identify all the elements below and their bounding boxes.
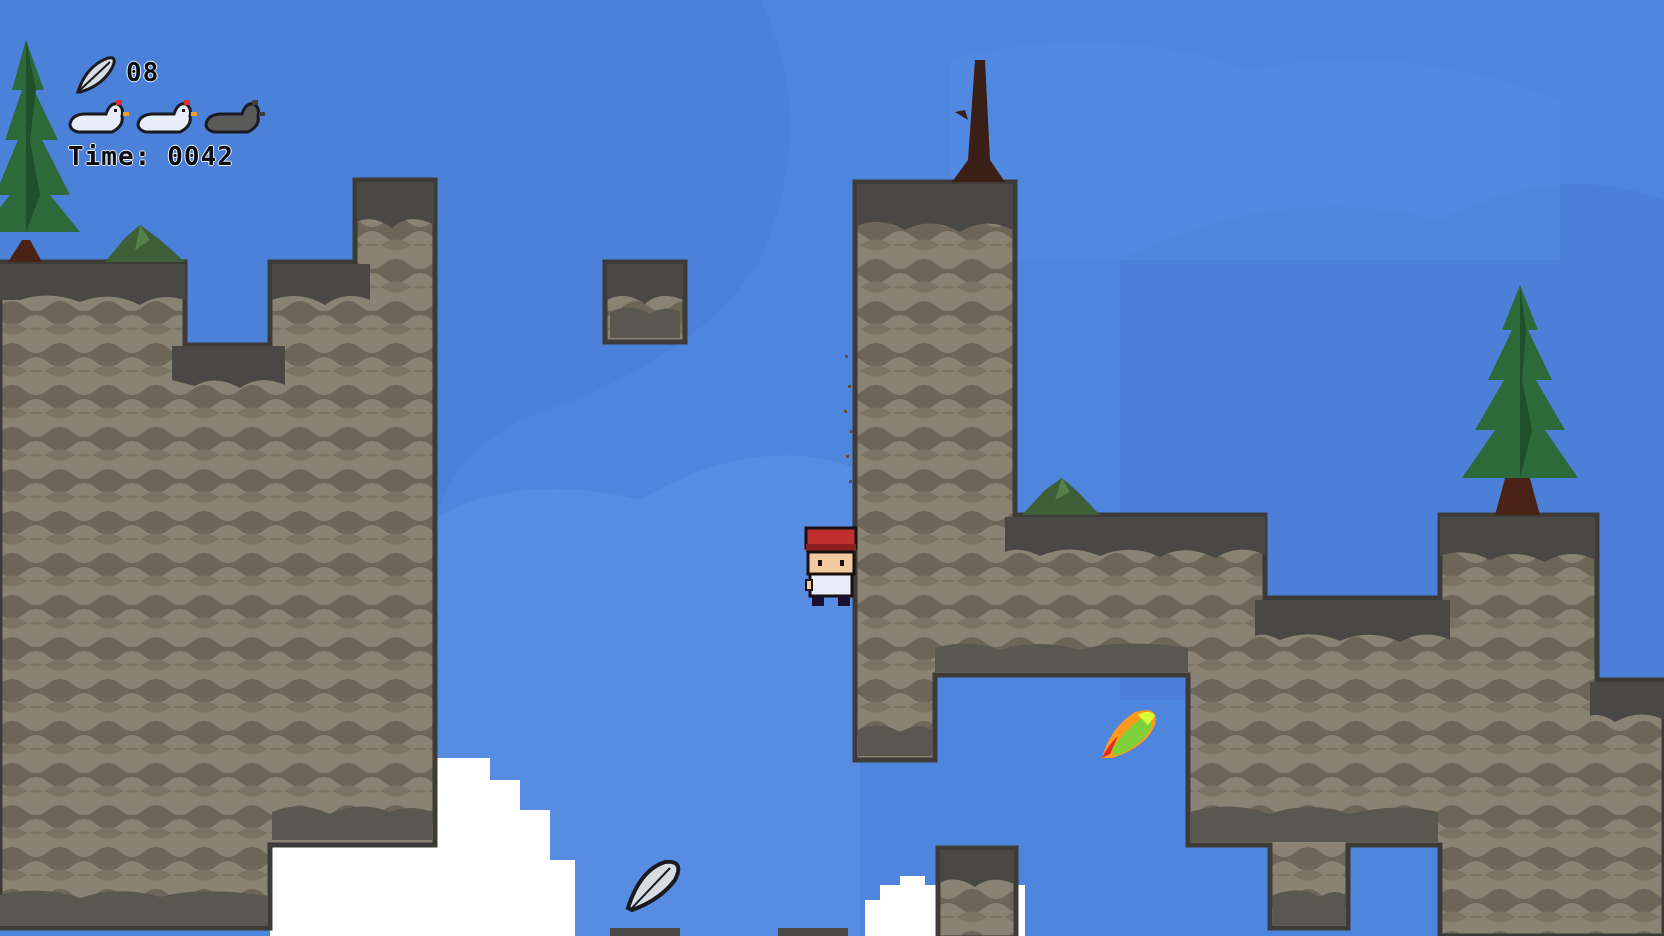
time-label: Time: xyxy=(68,142,152,172)
chicken-life-icon xyxy=(136,100,197,134)
player-character[interactable] xyxy=(804,526,858,606)
chicken-life-icon xyxy=(68,100,129,134)
time-display: Time: 0042 xyxy=(68,142,250,172)
chicken-life-lost-icon xyxy=(204,100,265,134)
game-viewport[interactable]: 08 Time: 0042 xyxy=(0,0,1664,936)
hud-panel: 08 Time: 0042 xyxy=(62,50,302,180)
feather-icon xyxy=(75,56,116,94)
time-value: 0042 xyxy=(167,142,234,172)
feather-count: 08 xyxy=(126,58,160,88)
floating-rock-block xyxy=(602,259,688,345)
